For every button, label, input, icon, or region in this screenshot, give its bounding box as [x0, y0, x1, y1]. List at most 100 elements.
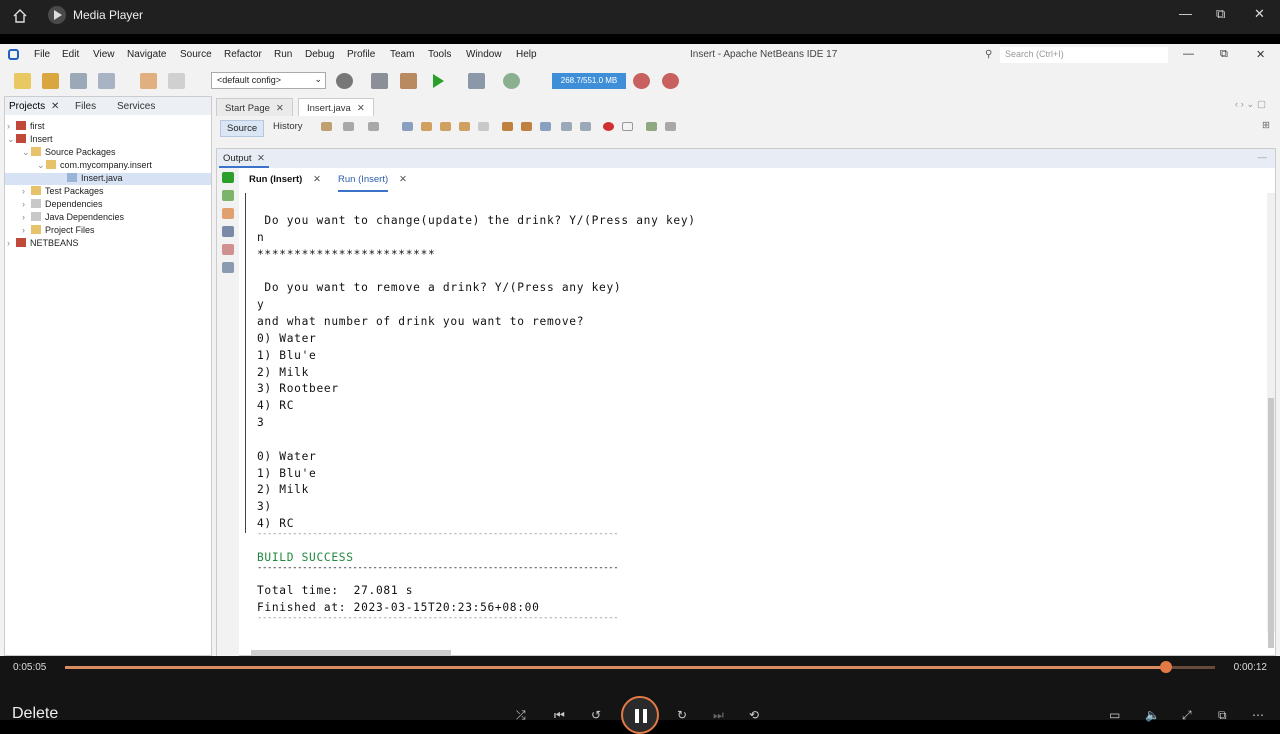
window-menu-icon[interactable]: ‹ › ⌄ ▢	[1235, 99, 1266, 110]
comment-icon[interactable]	[646, 122, 657, 131]
open-project-icon[interactable]	[70, 73, 87, 89]
menu-profile[interactable]: Profile	[347, 49, 375, 60]
expand-icon[interactable]: ›	[7, 121, 16, 131]
tab-services[interactable]: Services	[117, 101, 155, 112]
shuffle-icon[interactable]: ⤮	[516, 708, 526, 723]
home-icon[interactable]	[12, 8, 28, 24]
profile-icon[interactable]	[503, 73, 520, 89]
tree-item-insert-java[interactable]: Insert.java	[5, 173, 211, 185]
console-output[interactable]: Do you want to change(update) the drink?…	[257, 193, 1267, 633]
source-button[interactable]: Source	[220, 120, 265, 137]
menu-run[interactable]: Run	[274, 49, 292, 60]
save-all-icon[interactable]	[98, 73, 115, 89]
toggle-bookmark-icon[interactable]	[540, 122, 551, 131]
new-project-icon[interactable]	[42, 73, 59, 89]
menu-view[interactable]: View	[93, 49, 115, 60]
tree-item-source-packages[interactable]: ⌄ Source Packages	[22, 147, 116, 159]
miniplayer-icon[interactable]: ⧉	[1218, 708, 1227, 723]
collapse-icon[interactable]: ⌄	[37, 160, 46, 171]
ide-minimize-icon[interactable]: —	[1183, 48, 1194, 60]
close-icon[interactable]: ✕	[313, 174, 321, 185]
stop-icon[interactable]	[222, 208, 234, 219]
find-icon[interactable]	[402, 122, 413, 131]
close-icon[interactable]: ✕	[399, 174, 407, 185]
close-icon[interactable]: ✕	[357, 103, 365, 114]
close-icon[interactable]: ✕	[1254, 6, 1265, 22]
uncomment-icon[interactable]	[665, 122, 676, 131]
tab-insert-java[interactable]: Insert.java ✕	[298, 98, 374, 116]
close-icon[interactable]: ✕	[51, 101, 59, 112]
find-selection-icon[interactable]	[459, 122, 470, 131]
toggle-highlight-icon[interactable]	[478, 122, 489, 131]
gc-icon[interactable]	[633, 73, 650, 89]
menu-debug[interactable]: Debug	[305, 49, 334, 60]
expand-icon[interactable]: ›	[22, 199, 31, 209]
globe-icon[interactable]	[336, 73, 353, 89]
clear-icon[interactable]	[222, 244, 234, 255]
undo-icon[interactable]	[140, 73, 157, 89]
menu-tools[interactable]: Tools	[428, 49, 451, 60]
forward-icon[interactable]	[368, 122, 379, 131]
menu-edit[interactable]: Edit	[62, 49, 79, 60]
tab-start-page[interactable]: Start Page ✕	[216, 98, 293, 116]
expand-icon[interactable]: ›	[7, 238, 16, 248]
console-vertical-scrollbar[interactable]	[1267, 193, 1275, 648]
debug-icon[interactable]	[468, 73, 485, 89]
menu-refactor[interactable]: Refactor	[224, 49, 262, 60]
seek-handle[interactable]	[1159, 661, 1172, 673]
output-title[interactable]: Output	[221, 153, 254, 164]
record-macro-icon[interactable]	[603, 122, 614, 131]
previous-icon[interactable]: ⏮	[554, 708, 565, 723]
console-horizontal-scrollbar[interactable]	[251, 650, 451, 655]
new-file-icon[interactable]	[14, 73, 31, 89]
wrap-icon[interactable]	[222, 262, 234, 273]
tab-files[interactable]: Files	[75, 101, 96, 112]
tab-run-insert-1[interactable]: Run (Insert)	[249, 174, 302, 185]
tree-item-netbeans[interactable]: › NETBEANS	[7, 238, 79, 250]
menu-navigate[interactable]: Navigate	[127, 49, 166, 60]
seek-bar[interactable]	[65, 661, 1215, 673]
tree-item-dependencies[interactable]: › Dependencies	[22, 199, 103, 211]
redo-icon[interactable]	[168, 73, 185, 89]
collapse-icon[interactable]: ⌄	[7, 134, 16, 145]
find-prev-icon[interactable]	[421, 122, 432, 131]
minimize-icon[interactable]: —	[1179, 6, 1192, 21]
expand-icon[interactable]: ›	[22, 212, 31, 222]
back-icon[interactable]	[343, 122, 354, 131]
shift-left-icon[interactable]	[561, 122, 572, 131]
pause-button[interactable]	[621, 696, 659, 734]
find-next-icon[interactable]	[440, 122, 451, 131]
shift-right-icon[interactable]	[580, 122, 591, 131]
collapse-icon[interactable]: ⌄	[22, 147, 31, 158]
expand-icon[interactable]: ›	[22, 225, 31, 235]
ide-restore-icon[interactable]: ⧉	[1220, 48, 1228, 61]
tree-item-project-files[interactable]: › Project Files	[22, 225, 95, 237]
menu-window[interactable]: Window	[466, 49, 502, 60]
stop-macro-icon[interactable]	[622, 122, 633, 131]
tree-item-java-dependencies[interactable]: › Java Dependencies	[22, 212, 124, 224]
run-icon[interactable]	[433, 74, 444, 88]
fullscreen-icon[interactable]: ⤢	[1182, 708, 1192, 723]
scrollbar-thumb[interactable]	[1268, 398, 1274, 648]
close-icon[interactable]: ✕	[276, 103, 284, 114]
ide-close-icon[interactable]: ✕	[1256, 48, 1265, 61]
minimize-panel-icon[interactable]: —	[1258, 152, 1268, 163]
tree-item-insert[interactable]: ⌄ Insert	[7, 134, 53, 146]
split-icon[interactable]: ⊞	[1262, 120, 1270, 131]
build-hammer-icon[interactable]	[371, 73, 388, 89]
tree-item-first[interactable]: › first	[7, 121, 45, 133]
tab-run-insert-2[interactable]: Run (Insert)	[338, 174, 389, 192]
menu-file[interactable]: File	[34, 49, 50, 60]
config-select[interactable]: <default config> ⌄	[211, 72, 326, 89]
clean-build-icon[interactable]	[400, 73, 417, 89]
prev-bookmark-icon[interactable]	[502, 122, 513, 131]
restore-icon[interactable]: ⧉	[1216, 6, 1225, 22]
rerun-icon[interactable]	[222, 172, 234, 183]
tree-item-test-packages[interactable]: › Test Packages	[22, 186, 104, 198]
next-bookmark-icon[interactable]	[521, 122, 532, 131]
close-icon[interactable]: ✕	[257, 153, 265, 164]
memory-indicator[interactable]: 268.7/551.0 MB	[552, 73, 626, 89]
settings-icon[interactable]	[222, 226, 234, 237]
rerun-with-args-icon[interactable]	[222, 190, 234, 201]
menu-help[interactable]: Help	[516, 49, 537, 60]
